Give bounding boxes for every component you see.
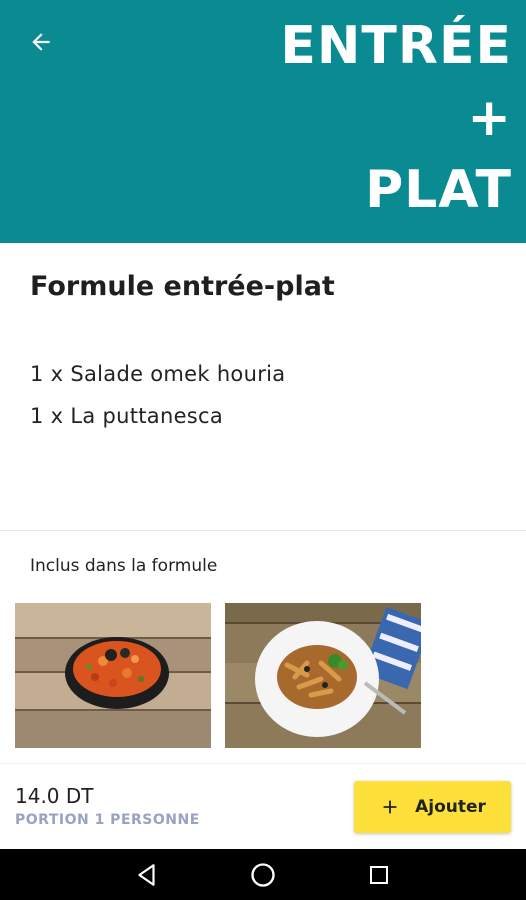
formula-items-list: 1 x Salade omek houria 1 x La puttanesca — [30, 353, 285, 437]
plus-icon — [379, 796, 401, 818]
banner-title: ENTRÉE + PLAT — [280, 10, 512, 226]
back-button[interactable] — [22, 26, 60, 58]
add-button-label: Ajouter — [415, 797, 486, 817]
list-item: 1 x La puttanesca — [30, 404, 224, 428]
add-to-cart-button[interactable]: Ajouter — [354, 781, 511, 833]
nav-recents-button[interactable] — [363, 859, 395, 891]
nav-back-button[interactable] — [131, 859, 163, 891]
order-footer: 14.0 DT PORTION 1 PERSONNE Ajouter — [0, 763, 526, 850]
arrow-left-icon — [32, 33, 50, 51]
included-dish-image-salad[interactable] — [15, 603, 211, 748]
page-title: Formule entrée-plat — [30, 271, 335, 302]
banner-line-1: ENTRÉE — [280, 16, 512, 76]
divider — [0, 530, 526, 531]
header-banner: ENTRÉE + PLAT — [0, 0, 526, 243]
home-circle-icon — [251, 863, 275, 887]
android-nav-bar — [0, 849, 526, 900]
banner-line-3: PLAT — [365, 160, 512, 220]
banner-line-2: + — [467, 88, 512, 148]
included-section-label: Inclus dans la formule — [30, 556, 218, 576]
recents-square-icon — [370, 866, 388, 884]
price-label: 14.0 DT — [15, 784, 94, 808]
nav-home-button[interactable] — [247, 859, 279, 891]
included-dish-image-pasta[interactable] — [225, 603, 421, 748]
back-triangle-icon — [138, 864, 155, 886]
list-item: 1 x Salade omek houria — [30, 362, 286, 386]
portion-label: PORTION 1 PERSONNE — [15, 812, 200, 828]
